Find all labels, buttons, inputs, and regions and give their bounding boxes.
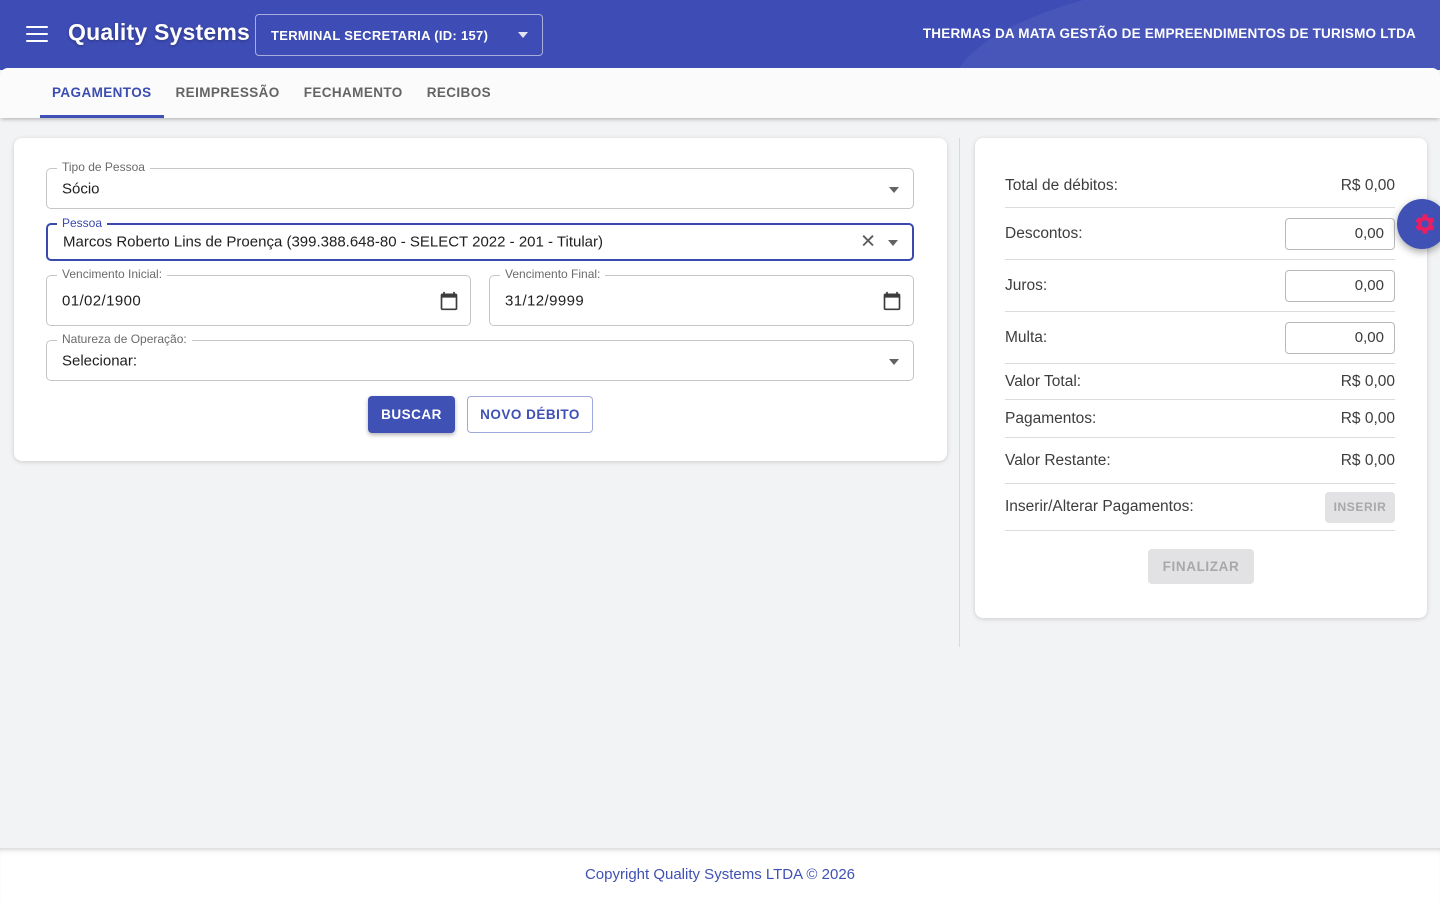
tab-reimpressao[interactable]: REIMPRESSÃO [164, 68, 292, 118]
natureza-de-operacao-select[interactable]: Natureza de Operação: Selecionar: [46, 340, 914, 381]
multa-label: Multa: [1005, 329, 1047, 347]
novo-debito-button[interactable]: NOVO DÉBITO [467, 396, 593, 433]
descontos-label: Descontos: [1005, 225, 1083, 243]
valor-total-row: Valor Total: R$ 0,00 [1005, 364, 1395, 400]
pagamentos-label: Pagamentos: [1005, 410, 1096, 428]
descontos-input[interactable] [1285, 218, 1395, 250]
total-debitos-value: R$ 0,00 [1341, 177, 1395, 195]
footer: Copyright Quality Systems LTDA © 2026 [0, 848, 1440, 900]
pessoa-value: Marcos Roberto Lins de Proença (399.388.… [63, 234, 872, 251]
valor-total-label: Valor Total: [1005, 373, 1081, 391]
valor-total-value: R$ 0,00 [1341, 373, 1395, 391]
juros-row: Juros: [1005, 260, 1395, 312]
pessoa-label: Pessoa [57, 216, 107, 230]
content-area: Tipo de Pessoa Sócio Pessoa Marcos Rober… [0, 118, 1440, 848]
terminal-selector-value: TERMINAL SECRETARIA (ID: 157) [271, 28, 518, 43]
finalizar-row: FINALIZAR [975, 549, 1427, 584]
pagamentos-row: Pagamentos: R$ 0,00 [1005, 400, 1395, 438]
payment-summary-card: Total de débitos: R$ 0,00 Descontos: Jur… [975, 138, 1427, 618]
multa-input[interactable] [1285, 322, 1395, 354]
main-sheet: PAGAMENTOS REIMPRESSÃO FECHAMENTO RECIBO… [0, 68, 1440, 848]
total-debitos-label: Total de débitos: [1005, 177, 1118, 195]
valor-restante-label: Valor Restante: [1005, 452, 1111, 470]
gear-icon [1413, 212, 1437, 236]
valor-restante-value: R$ 0,00 [1341, 452, 1395, 470]
calendar-icon[interactable] [439, 291, 459, 311]
vencimento-inicial-label: Vencimento Inicial: [57, 267, 167, 281]
tab-bar: PAGAMENTOS REIMPRESSÃO FECHAMENTO RECIBO… [0, 68, 1440, 118]
chevron-down-icon [889, 187, 899, 193]
tipo-de-pessoa-label: Tipo de Pessoa [57, 160, 150, 174]
app-bar: Quality Systems TERMINAL SECRETARIA (ID:… [0, 0, 1440, 70]
vencimento-final-date-input[interactable]: Vencimento Final: 31/12/9999 [489, 275, 914, 326]
app-title: Quality Systems [68, 19, 250, 46]
multa-row: Multa: [1005, 312, 1395, 364]
natureza-de-operacao-label: Natureza de Operação: [57, 332, 192, 346]
total-debitos-row: Total de débitos: R$ 0,00 [1005, 138, 1395, 208]
vencimento-inicial-value: 01/02/1900 [62, 292, 430, 309]
clear-icon[interactable]: ✕ [860, 233, 876, 252]
tab-pagamentos[interactable]: PAGAMENTOS [40, 68, 164, 118]
search-form-card: Tipo de Pessoa Sócio Pessoa Marcos Rober… [14, 138, 947, 461]
juros-input[interactable] [1285, 270, 1395, 302]
copyright-text: Copyright Quality Systems LTDA © 2026 [585, 866, 855, 883]
tipo-de-pessoa-select[interactable]: Tipo de Pessoa Sócio [46, 168, 914, 209]
chevron-down-icon [889, 359, 899, 365]
tab-fechamento[interactable]: FECHAMENTO [292, 68, 415, 118]
pagamentos-value: R$ 0,00 [1341, 410, 1395, 428]
natureza-de-operacao-value: Selecionar: [62, 352, 873, 369]
vencimento-inicial-date-input[interactable]: Vencimento Inicial: 01/02/1900 [46, 275, 471, 326]
inserir-button: INSERIR [1325, 492, 1395, 523]
calendar-icon[interactable] [882, 291, 902, 311]
pessoa-autocomplete[interactable]: Pessoa Marcos Roberto Lins de Proença (3… [46, 223, 914, 261]
hamburger-menu-icon[interactable] [26, 26, 48, 44]
descontos-row: Descontos: [1005, 208, 1395, 260]
juros-label: Juros: [1005, 277, 1047, 295]
inserir-alterar-row: Inserir/Alterar Pagamentos: INSERIR [1005, 484, 1395, 531]
chevron-down-icon [518, 32, 528, 38]
terminal-selector[interactable]: TERMINAL SECRETARIA (ID: 157) [255, 14, 543, 56]
vertical-divider [959, 138, 960, 647]
tab-recibos[interactable]: RECIBOS [415, 68, 503, 118]
chevron-down-icon [888, 240, 898, 246]
vencimento-final-label: Vencimento Final: [500, 267, 605, 281]
buscar-button[interactable]: BUSCAR [368, 396, 455, 433]
valor-restante-row: Valor Restante: R$ 0,00 [1005, 438, 1395, 484]
tipo-de-pessoa-value: Sócio [62, 180, 873, 197]
company-name: THERMAS DA MATA GESTÃO DE EMPREENDIMENTO… [923, 26, 1416, 41]
settings-fab-button[interactable] [1397, 199, 1440, 249]
inserir-alterar-label: Inserir/Alterar Pagamentos: [1005, 498, 1194, 516]
finalizar-button: FINALIZAR [1148, 549, 1254, 584]
vencimento-final-value: 31/12/9999 [505, 292, 873, 309]
